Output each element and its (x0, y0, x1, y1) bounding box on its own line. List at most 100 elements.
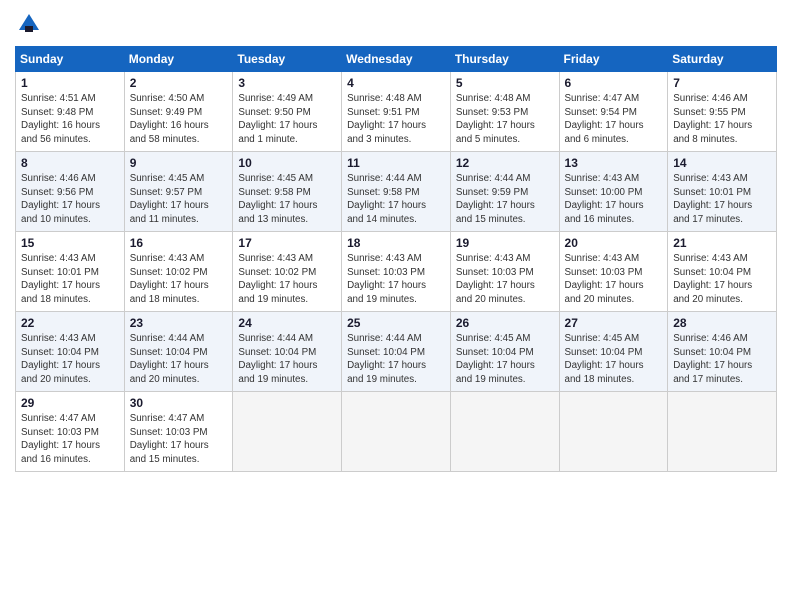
day-number: 6 (565, 76, 663, 90)
calendar-header-row: SundayMondayTuesdayWednesdayThursdayFrid… (16, 47, 777, 72)
day-info: Sunrise: 4:44 AM Sunset: 10:04 PM Daylig… (347, 332, 445, 387)
day-number: 24 (238, 316, 336, 330)
day-number: 15 (21, 236, 119, 250)
calendar-day-cell: 11Sunrise: 4:44 AM Sunset: 9:58 PM Dayli… (342, 152, 451, 232)
calendar-week-row: 22 Sunrise: 4:43 AM Sunset: 10:04 PM Dayl… (16, 312, 777, 392)
day-info: Sunrise: 4:47 AM Sunset: 10:03 PM Daylig… (21, 412, 119, 467)
logo (15, 10, 47, 38)
calendar-day-cell: 21 Sunrise: 4:43 AM Sunset: 10:04 PM Dayl… (668, 232, 777, 312)
day-info: Sunrise: 4:43 AM Sunset: 10:03 PM Daylig… (565, 252, 663, 307)
calendar-week-row: 8 Sunrise: 4:46 AM Sunset: 9:56 PM Daylig… (16, 152, 777, 232)
day-number: 2 (130, 76, 228, 90)
day-number: 9 (130, 156, 228, 170)
calendar-table: SundayMondayTuesdayWednesdayThursdayFrid… (15, 46, 777, 472)
day-info: Sunrise: 4:43 AM Sunset: 10:03 PM Daylig… (347, 252, 445, 307)
day-info: Sunrise: 4:45 AM Sunset: 9:57 PM Dayligh… (130, 172, 228, 227)
day-of-week-header: Sunday (16, 47, 125, 72)
day-info: Sunrise: 4:48 AM Sunset: 9:53 PM Dayligh… (456, 92, 554, 147)
calendar-day-cell: 28 Sunrise: 4:46 AM Sunset: 10:04 PM Dayl… (668, 312, 777, 392)
day-info: Sunrise: 4:43 AM Sunset: 10:01 PM Daylig… (673, 172, 771, 227)
calendar-day-cell: 9 Sunrise: 4:45 AM Sunset: 9:57 PM Daylig… (124, 152, 233, 232)
calendar-day-cell: 2Sunrise: 4:50 AM Sunset: 9:49 PM Daylig… (124, 72, 233, 152)
calendar-week-row: 29Sunrise: 4:47 AM Sunset: 10:03 PM Dayl… (16, 392, 777, 472)
calendar-day-cell: 16 Sunrise: 4:43 AM Sunset: 10:02 PM Dayl… (124, 232, 233, 312)
calendar-day-cell: 19 Sunrise: 4:43 AM Sunset: 10:03 PM Dayl… (450, 232, 559, 312)
day-info: Sunrise: 4:43 AM Sunset: 10:01 PM Daylig… (21, 252, 119, 307)
day-info: Sunrise: 4:45 AM Sunset: 10:04 PM Daylig… (456, 332, 554, 387)
calendar-day-cell: 7 Sunrise: 4:46 AM Sunset: 9:55 PM Daylig… (668, 72, 777, 152)
day-info: Sunrise: 4:43 AM Sunset: 10:02 PM Daylig… (238, 252, 336, 307)
calendar-day-cell: 24 Sunrise: 4:44 AM Sunset: 10:04 PM Dayl… (233, 312, 342, 392)
day-number: 10 (238, 156, 336, 170)
calendar-day-cell: 18 Sunrise: 4:43 AM Sunset: 10:03 PM Dayl… (342, 232, 451, 312)
day-number: 5 (456, 76, 554, 90)
calendar-day-cell: 27 Sunrise: 4:45 AM Sunset: 10:04 PM Dayl… (559, 312, 668, 392)
day-of-week-header: Saturday (668, 47, 777, 72)
day-info: Sunrise: 4:44 AM Sunset: 9:59 PM Dayligh… (456, 172, 554, 227)
day-number: 17 (238, 236, 336, 250)
day-info: Sunrise: 4:44 AM Sunset: 9:58 PM Dayligh… (347, 172, 445, 227)
calendar-day-cell: 6 Sunrise: 4:47 AM Sunset: 9:54 PM Daylig… (559, 72, 668, 152)
calendar-day-cell: 12 Sunrise: 4:44 AM Sunset: 9:59 PM Dayli… (450, 152, 559, 232)
day-number: 14 (673, 156, 771, 170)
calendar-day-cell (450, 392, 559, 472)
day-info: Sunrise: 4:46 AM Sunset: 9:56 PM Dayligh… (21, 172, 119, 227)
day-info: Sunrise: 4:44 AM Sunset: 10:04 PM Daylig… (238, 332, 336, 387)
day-number: 27 (565, 316, 663, 330)
day-info: Sunrise: 4:43 AM Sunset: 10:04 PM Daylig… (673, 252, 771, 307)
calendar-day-cell: 29Sunrise: 4:47 AM Sunset: 10:03 PM Dayl… (16, 392, 125, 472)
calendar-day-cell: 22 Sunrise: 4:43 AM Sunset: 10:04 PM Dayl… (16, 312, 125, 392)
calendar-day-cell: 23 Sunrise: 4:44 AM Sunset: 10:04 PM Dayl… (124, 312, 233, 392)
calendar-day-cell: 30 Sunrise: 4:47 AM Sunset: 10:03 PM Dayl… (124, 392, 233, 472)
calendar-day-cell (559, 392, 668, 472)
day-number: 4 (347, 76, 445, 90)
day-info: Sunrise: 4:43 AM Sunset: 10:03 PM Daylig… (456, 252, 554, 307)
day-number: 12 (456, 156, 554, 170)
calendar-day-cell: 14 Sunrise: 4:43 AM Sunset: 10:01 PM Dayl… (668, 152, 777, 232)
day-of-week-header: Monday (124, 47, 233, 72)
day-number: 3 (238, 76, 336, 90)
calendar-day-cell (233, 392, 342, 472)
day-number: 7 (673, 76, 771, 90)
calendar-day-cell: 25 Sunrise: 4:44 AM Sunset: 10:04 PM Dayl… (342, 312, 451, 392)
day-info: Sunrise: 4:45 AM Sunset: 9:58 PM Dayligh… (238, 172, 336, 227)
calendar-day-cell: 8 Sunrise: 4:46 AM Sunset: 9:56 PM Daylig… (16, 152, 125, 232)
day-of-week-header: Tuesday (233, 47, 342, 72)
calendar-day-cell (342, 392, 451, 472)
day-info: Sunrise: 4:47 AM Sunset: 10:03 PM Daylig… (130, 412, 228, 467)
calendar-day-cell: 20Sunrise: 4:43 AM Sunset: 10:03 PM Dayl… (559, 232, 668, 312)
day-info: Sunrise: 4:45 AM Sunset: 10:04 PM Daylig… (565, 332, 663, 387)
calendar-day-cell: 4 Sunrise: 4:48 AM Sunset: 9:51 PM Daylig… (342, 72, 451, 152)
day-info: Sunrise: 4:46 AM Sunset: 10:04 PM Daylig… (673, 332, 771, 387)
day-number: 21 (673, 236, 771, 250)
day-number: 1 (21, 76, 119, 90)
day-info: Sunrise: 4:46 AM Sunset: 9:55 PM Dayligh… (673, 92, 771, 147)
day-info: Sunrise: 4:43 AM Sunset: 10:02 PM Daylig… (130, 252, 228, 307)
day-of-week-header: Wednesday (342, 47, 451, 72)
day-number: 30 (130, 396, 228, 410)
calendar-day-cell: 13Sunrise: 4:43 AM Sunset: 10:00 PM Dayl… (559, 152, 668, 232)
day-of-week-header: Thursday (450, 47, 559, 72)
day-number: 26 (456, 316, 554, 330)
calendar-day-cell: 26 Sunrise: 4:45 AM Sunset: 10:04 PM Dayl… (450, 312, 559, 392)
day-info: Sunrise: 4:43 AM Sunset: 10:00 PM Daylig… (565, 172, 663, 227)
day-info: Sunrise: 4:49 AM Sunset: 9:50 PM Dayligh… (238, 92, 336, 147)
day-info: Sunrise: 4:44 AM Sunset: 10:04 PM Daylig… (130, 332, 228, 387)
day-of-week-header: Friday (559, 47, 668, 72)
day-number: 18 (347, 236, 445, 250)
day-number: 25 (347, 316, 445, 330)
day-info: Sunrise: 4:48 AM Sunset: 9:51 PM Dayligh… (347, 92, 445, 147)
day-info: Sunrise: 4:47 AM Sunset: 9:54 PM Dayligh… (565, 92, 663, 147)
calendar-week-row: 1Sunrise: 4:51 AM Sunset: 9:48 PM Daylig… (16, 72, 777, 152)
calendar-day-cell: 10 Sunrise: 4:45 AM Sunset: 9:58 PM Dayli… (233, 152, 342, 232)
day-number: 16 (130, 236, 228, 250)
day-number: 28 (673, 316, 771, 330)
day-info: Sunrise: 4:43 AM Sunset: 10:04 PM Daylig… (21, 332, 119, 387)
calendar-day-cell: 15 Sunrise: 4:43 AM Sunset: 10:01 PM Dayl… (16, 232, 125, 312)
calendar-day-cell: 3 Sunrise: 4:49 AM Sunset: 9:50 PM Daylig… (233, 72, 342, 152)
calendar-day-cell: 5 Sunrise: 4:48 AM Sunset: 9:53 PM Daylig… (450, 72, 559, 152)
day-number: 19 (456, 236, 554, 250)
day-number: 22 (21, 316, 119, 330)
day-number: 8 (21, 156, 119, 170)
day-number: 23 (130, 316, 228, 330)
